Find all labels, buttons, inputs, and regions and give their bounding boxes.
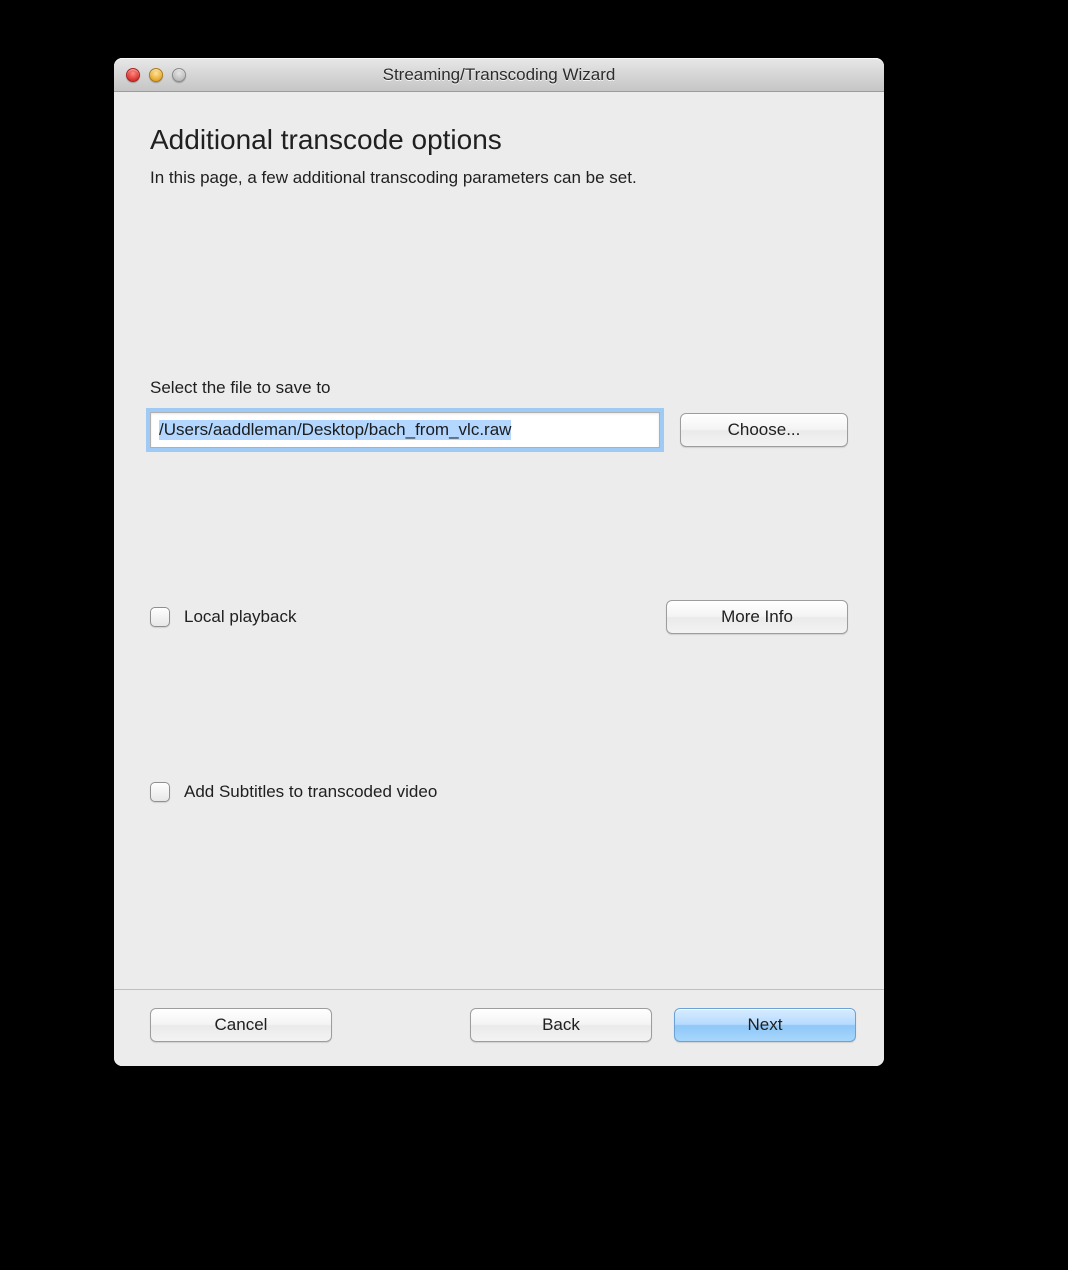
local-playback-check-row: Local playback [150, 607, 296, 627]
page-subtitle: In this page, a few additional transcodi… [150, 168, 848, 188]
subtitles-label: Add Subtitles to transcoded video [184, 782, 437, 802]
window-title: Streaming/Transcoding Wizard [114, 65, 884, 85]
save-file-label: Select the file to save to [150, 378, 848, 398]
local-playback-row: Local playback More Info [150, 600, 848, 634]
window-controls [114, 68, 186, 82]
subtitles-row: Add Subtitles to transcoded video [150, 782, 848, 802]
save-path-input[interactable] [150, 412, 660, 448]
page-heading: Additional transcode options [150, 124, 848, 156]
close-icon[interactable] [126, 68, 140, 82]
choose-file-button[interactable]: Choose... [680, 413, 848, 447]
local-playback-label: Local playback [184, 607, 296, 627]
save-path-field-wrap [150, 412, 660, 448]
minimize-icon[interactable] [149, 68, 163, 82]
more-info-button[interactable]: More Info [666, 600, 848, 634]
save-file-row: Choose... [150, 412, 848, 448]
back-button[interactable]: Back [470, 1008, 652, 1042]
wizard-content: Additional transcode options In this pag… [114, 92, 884, 989]
cancel-button[interactable]: Cancel [150, 1008, 332, 1042]
wizard-window: Streaming/Transcoding Wizard Additional … [114, 58, 884, 1066]
zoom-icon[interactable] [172, 68, 186, 82]
next-button[interactable]: Next [674, 1008, 856, 1042]
wizard-footer: Cancel Back Next [114, 989, 884, 1066]
subtitles-checkbox[interactable] [150, 782, 170, 802]
titlebar: Streaming/Transcoding Wizard [114, 58, 884, 92]
local-playback-checkbox[interactable] [150, 607, 170, 627]
